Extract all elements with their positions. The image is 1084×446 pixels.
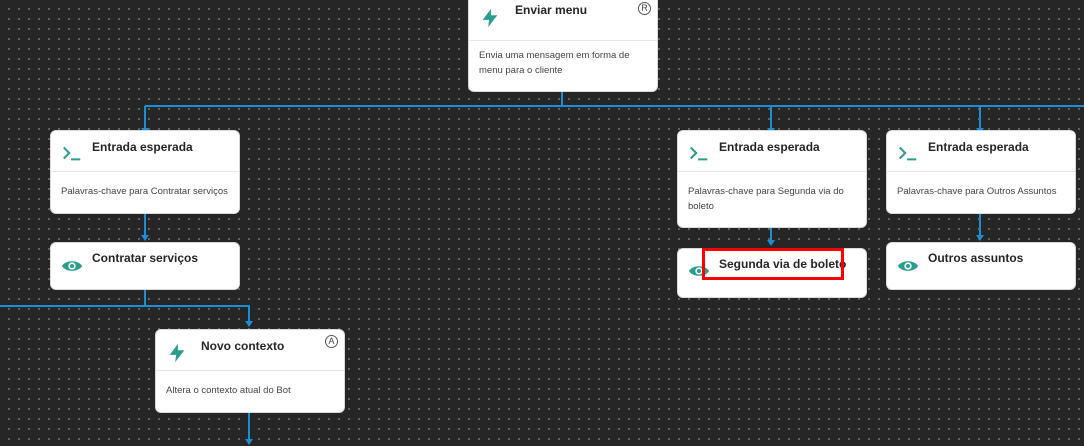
node-description: Altera o contexto atual do Bot (166, 385, 291, 396)
arrowhead-bottom (245, 439, 253, 445)
eye-icon (61, 261, 83, 271)
terminal-prompt-icon (899, 146, 917, 161)
context-badge: A (325, 335, 338, 348)
node-header: Entrada esperada (678, 131, 866, 172)
node-novo-contexto[interactable]: Novo contexto A Altera o contexto atual … (155, 329, 345, 413)
node-header: Outros assuntos (887, 243, 1075, 289)
node-title: Novo contexto (201, 339, 285, 353)
node-enviar-menu[interactable]: Enviar menu R Envia uma mensagem em form… (468, 0, 658, 92)
node-header: Novo contexto A (156, 330, 344, 371)
node-header: Entrada esperada (887, 131, 1075, 172)
node-description: Palavras-chave para Outros Assuntos (897, 186, 1057, 197)
lightning-icon (169, 343, 185, 363)
node-header: Entrada esperada (51, 131, 239, 172)
node-entrada-esperada-2[interactable]: Entrada esperada Palavras-chave para Seg… (677, 130, 867, 228)
node-header: Contratar serviços (51, 243, 239, 289)
node-title: Entrada esperada (92, 140, 193, 154)
node-outros-assuntos[interactable]: Outros assuntos (886, 242, 1076, 290)
lightning-icon (482, 8, 498, 28)
arrowhead-contratar (141, 235, 149, 241)
reply-badge: R (638, 2, 651, 15)
link-contratar-right (145, 305, 250, 322)
node-title: Entrada esperada (719, 140, 820, 154)
terminal-prompt-icon (63, 146, 81, 161)
arrowhead-outros (976, 235, 984, 241)
selection-highlight (702, 248, 844, 280)
node-description: Envia uma mensagem em forma de menu para… (479, 50, 630, 76)
terminal-prompt-icon (690, 146, 708, 161)
arrowhead-segunda-via (767, 240, 775, 246)
node-contratar-servicos[interactable]: Contratar serviços (50, 242, 240, 290)
eye-icon (897, 261, 919, 271)
node-title: Contratar serviços (92, 251, 199, 265)
node-description: Palavras-chave para Contratar serviços (61, 186, 228, 197)
node-entrada-esperada-3[interactable]: Entrada esperada Palavras-chave para Out… (886, 130, 1076, 214)
node-description: Palavras-chave para Segunda via do bolet… (688, 186, 844, 212)
flow-canvas[interactable]: Enviar menu R Envia uma mensagem em form… (0, 0, 1084, 446)
node-entrada-esperada-1[interactable]: Entrada esperada Palavras-chave para Con… (50, 130, 240, 214)
node-header: Enviar menu R (469, 0, 657, 41)
node-title: Outros assuntos (928, 251, 1024, 265)
node-title: Entrada esperada (928, 140, 1029, 154)
node-title: Enviar menu (515, 3, 588, 17)
arrowhead-novo-contexto (245, 321, 253, 327)
